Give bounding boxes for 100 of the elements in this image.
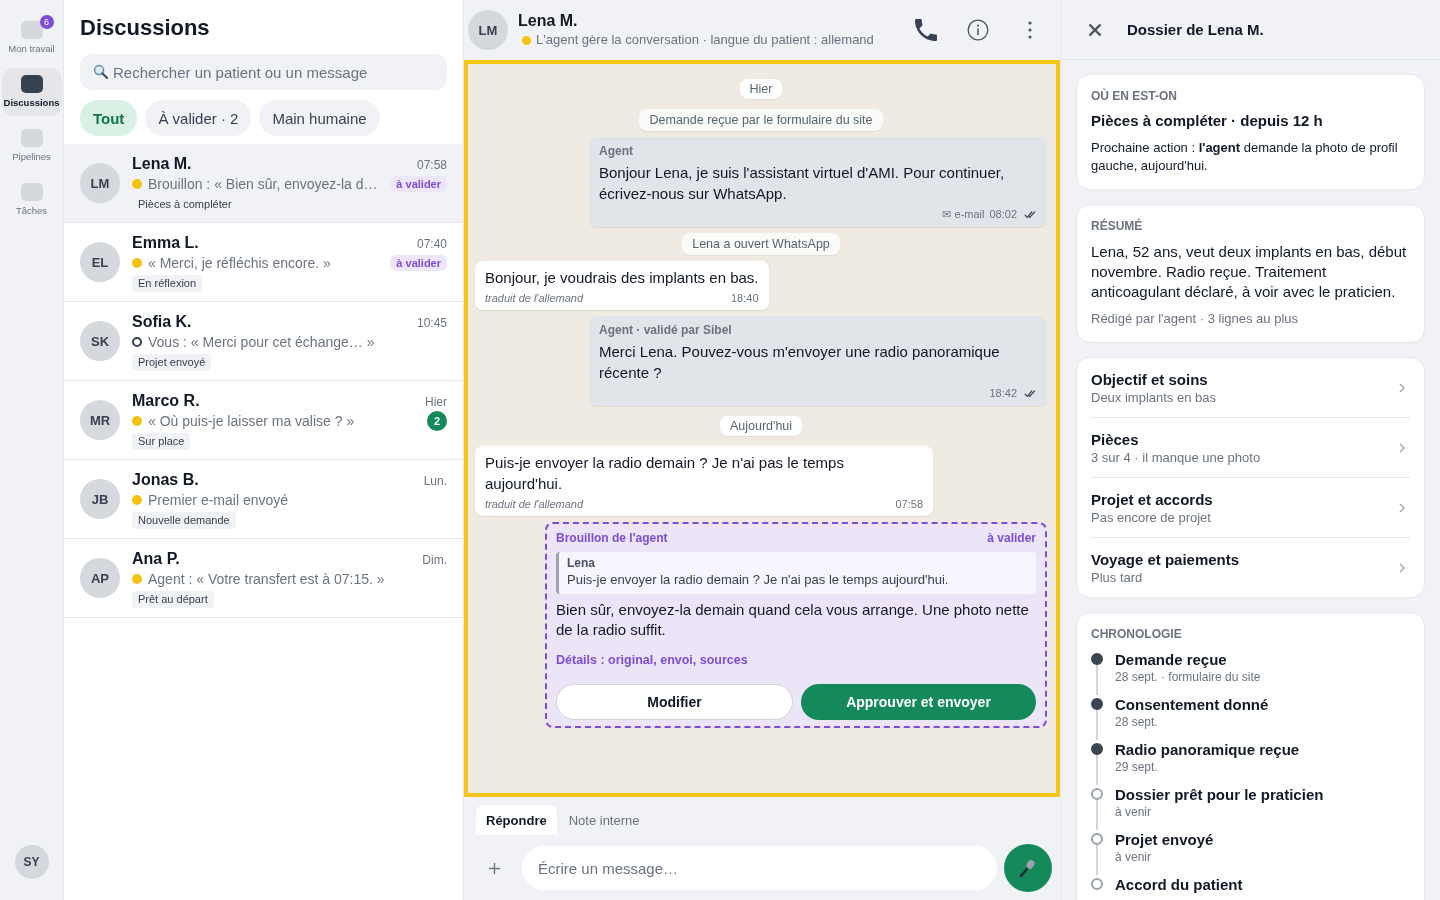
stage-tag: Sur place xyxy=(132,432,191,450)
section-row[interactable]: Projet et accords Pas encore de projet xyxy=(1091,478,1410,538)
review-badge: à valider xyxy=(390,254,447,271)
plus-icon xyxy=(487,861,501,875)
edit-button[interactable]: Modifier xyxy=(556,684,793,720)
message-time: 07:58 xyxy=(895,497,923,511)
filter-chip[interactable]: À valider · 2 xyxy=(145,100,252,136)
timeline-line xyxy=(1096,665,1098,695)
section-row[interactable]: Voyage et paiements Plus tard xyxy=(1091,538,1410,597)
section-title: Pièces xyxy=(1091,430,1139,449)
section-subtitle: Deux implants en bas xyxy=(1091,389,1216,406)
chevron-icon xyxy=(1399,563,1405,573)
quote-text: Puis-je envoyer la radio demain ? Je n'ai pas le temps aujourd'hui. xyxy=(567,571,949,589)
message-preview: Premier e-mail envoyé xyxy=(148,490,290,510)
section-subtitle: Plus tard xyxy=(1091,569,1143,586)
search-icon xyxy=(93,64,108,79)
contact-name: Lena M. xyxy=(132,153,192,174)
section-row[interactable]: Pièces 3 sur 4 · il manque une photo xyxy=(1091,418,1410,478)
review-status: à valider xyxy=(987,530,1036,546)
mic-button[interactable] xyxy=(1004,844,1052,892)
timeline-line xyxy=(1096,710,1098,740)
filter-chip[interactable]: Tout xyxy=(80,100,138,136)
list-title: Discussions xyxy=(80,14,210,42)
more-icon xyxy=(1028,21,1032,39)
avatar: SK xyxy=(80,321,120,361)
event-title: Accord du patient xyxy=(1115,875,1243,894)
count-badge: 6 xyxy=(39,15,54,29)
system-notice: Demande reçue par le formulaire du site xyxy=(639,109,883,131)
contact-name: Sofia K. xyxy=(132,311,192,332)
message-field[interactable]: Écrire un message… xyxy=(522,846,997,890)
stage-tag: Nouvelle demande xyxy=(132,511,236,529)
translation-note: traduit de l'allemand xyxy=(485,291,584,305)
event-title: Demande reçue xyxy=(1115,650,1227,669)
stage-tag: En réflexion xyxy=(132,274,203,292)
section-title: Objectif et soins xyxy=(1091,370,1208,389)
timeline-line xyxy=(1096,800,1098,830)
tile-icon xyxy=(20,129,43,147)
message-time: 10:45 xyxy=(416,315,447,330)
panel-title: Dossier de Lena M. xyxy=(1127,21,1264,38)
section-title: Projet et accords xyxy=(1091,490,1213,509)
event-date: à venir xyxy=(1115,804,1152,820)
section-subtitle: Pas encore de projet xyxy=(1091,509,1211,526)
message-time: 08:02 xyxy=(989,207,1017,221)
contact-name: Ana P. xyxy=(132,548,180,569)
translation-note: traduit de l'allemand xyxy=(485,497,584,511)
message-text: Bonjour Lena, je suis l'assistant virtuel d'AMI. Pour continuer, écrivez-nous sur WhatsApp. xyxy=(599,163,1006,204)
message-time: Hier xyxy=(425,394,447,409)
message-text: Bonjour, je voudrais des implants en bas. xyxy=(485,268,759,288)
section-label: RÉSUMÉ xyxy=(1091,218,1143,234)
message-preview: Vous : « Merci pour cet échange… » xyxy=(148,332,376,352)
search-field[interactable]: Rechercher un patient ou un message xyxy=(80,54,447,90)
filter-chip[interactable]: Main humaine xyxy=(259,100,380,136)
message-preview: « Où puis-je laisser ma valise ? » xyxy=(148,411,356,431)
avatar: LM xyxy=(468,10,508,50)
message-preview: Agent : « Votre transfert est à 07:15. » xyxy=(148,569,386,589)
draft-text: Bien sûr, envoyez-la demain quand cela vous arrange. Une photo nette de la radio suffit. xyxy=(556,600,1030,640)
avatar: LM xyxy=(80,163,120,203)
message-time: 07:40 xyxy=(416,236,447,251)
contact-name: Marco R. xyxy=(132,390,200,411)
unread-badge: 2 xyxy=(427,410,447,431)
event-title: Consentement donné xyxy=(1115,695,1269,714)
message-time: 18:40 xyxy=(730,291,759,305)
chevron-icon xyxy=(1399,443,1405,453)
avatar: MR xyxy=(80,400,120,440)
stage-tag: Projet envoyé xyxy=(132,353,212,371)
event-date: à venir xyxy=(1115,849,1152,865)
rail-item[interactable]: Mon travail 6 xyxy=(1,14,62,62)
avatar: EL xyxy=(80,242,120,282)
approve-button[interactable]: Approuver et envoyer xyxy=(801,684,1036,720)
avatar: AP xyxy=(80,558,120,598)
summary-footer: Rédigé par l'agent · 3 lignes au plus xyxy=(1091,310,1298,328)
rail-item[interactable]: Tâches xyxy=(1,176,62,224)
channel-label: ✉ e-mail xyxy=(942,207,985,221)
event-title: Dossier prêt pour le praticien xyxy=(1115,785,1324,804)
microphone-icon xyxy=(1018,858,1038,878)
event-date: 29 sept. xyxy=(1115,759,1158,775)
message-text: Puis-je envoyer la radio demain ? Je n'ai pas le temps aujourd'hui. xyxy=(485,453,845,494)
section-subtitle: 3 sur 4 · il manque une photo xyxy=(1091,449,1261,466)
contact-name: Emma L. xyxy=(132,232,199,253)
section-title: Voyage et paiements xyxy=(1091,550,1240,569)
message-text: Merci Lena. Pouvez-vous m'envoyer une radio panoramique récente ? xyxy=(599,342,1001,383)
composer-tab[interactable]: Note interne xyxy=(558,805,650,835)
message-preview: Brouillon : « Bien sûr, envoyez-la d… xyxy=(148,174,379,194)
system-notice: Lena a ouvert WhatsApp xyxy=(682,233,840,255)
conversation-row[interactable]: LM Lena M. 07:58 Brouillon : « Bien sûr, envoyez-la d… à valider Pièces à compléter xyxy=(64,144,463,223)
section-row[interactable]: Objectif et soins Deux implants en bas xyxy=(1091,358,1410,418)
details-link[interactable]: Détails : original, envoi, sources xyxy=(556,652,748,668)
rail-item[interactable]: Discussions xyxy=(1,68,62,116)
message-preview: « Merci, je réfléchis encore. » xyxy=(148,253,332,273)
avatar: JB xyxy=(80,479,120,519)
contact-name: Jonas B. xyxy=(132,469,199,490)
message-time: 18:42 xyxy=(989,386,1017,400)
review-badge: à valider xyxy=(390,175,447,192)
rail-item[interactable]: Pipelines xyxy=(1,122,62,170)
close-icon xyxy=(1088,22,1102,37)
user-avatar[interactable]: SY xyxy=(14,845,49,879)
quote-author: Lena xyxy=(567,556,595,571)
draft-title: Brouillon de l'agent xyxy=(556,530,668,546)
chevron-icon xyxy=(1399,383,1405,393)
composer-tab[interactable]: Répondre xyxy=(476,805,557,835)
